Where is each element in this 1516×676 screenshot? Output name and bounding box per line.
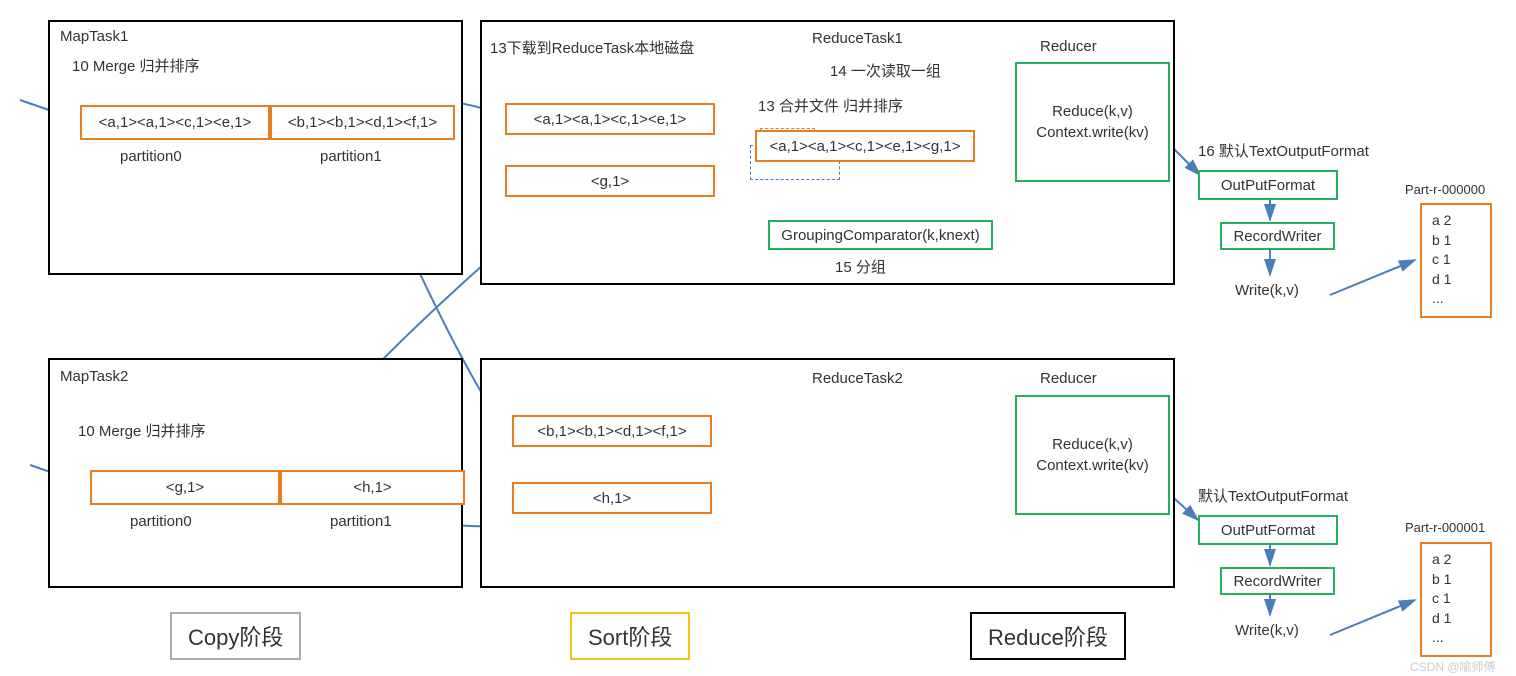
maptask2-p1-label: partition1 — [330, 513, 392, 530]
reducetask2-default-format-label: 默认TextOutputFormat — [1198, 485, 1348, 506]
reducetask2-copied2-text: <h,1> — [593, 490, 631, 507]
file2-l1: b 1 — [1432, 570, 1451, 590]
maptask2-p0-label: partition0 — [130, 513, 192, 530]
maptask1-p1-label: partition1 — [320, 148, 382, 165]
file1-l2: c 1 — [1432, 250, 1451, 270]
file2-l0: a 2 — [1432, 550, 1451, 570]
reducetask2-recordwriter: RecordWriter — [1220, 567, 1335, 595]
phase-sort: Sort阶段 — [570, 612, 690, 660]
reducetask1-outputformat: OutPutFormat — [1198, 170, 1338, 200]
maptask2-p1-text: <h,1> — [353, 479, 391, 496]
maptask2-p0: <g,1> — [90, 470, 280, 505]
maptask1-p1: <b,1><b,1><d,1><f,1> — [270, 105, 455, 140]
maptask1-p0-text: <a,1><a,1><c,1><e,1> — [99, 114, 252, 131]
file2-l3: d 1 — [1432, 609, 1451, 629]
reducetask1-merged-text: <a,1><a,1><c,1><e,1><g,1> — [769, 138, 960, 155]
maptask2-title: MapTask2 — [60, 368, 128, 385]
maptask1-p0: <a,1><a,1><c,1><e,1> — [80, 105, 270, 140]
reducetask1-copied1-text: <a,1><a,1><c,1><e,1> — [534, 111, 687, 128]
maptask1-p1-text: <b,1><b,1><d,1><f,1> — [288, 114, 437, 131]
reducetask1-read-label: 14 一次读取一组 — [830, 60, 941, 81]
reducetask2-outputformat-text: OutPutFormat — [1221, 522, 1315, 539]
reducetask1-mergesort-label: 13 合并文件 归并排序 — [758, 95, 903, 116]
file1-l1: b 1 — [1432, 231, 1451, 251]
phase-sort-text: Sort阶段 — [588, 625, 672, 650]
reducetask2-copied1-text: <b,1><b,1><d,1><f,1> — [537, 423, 686, 440]
reducetask1-reducer-title: Reducer — [1040, 38, 1097, 55]
file2-l2: c 1 — [1432, 589, 1451, 609]
reducetask1-reducer-box: Reduce(k,v) Context.write(kv) — [1015, 62, 1170, 182]
reducetask1-copied2-text: <g,1> — [591, 173, 629, 190]
reducetask1-download-label: 13下载到ReduceTask本地磁盘 — [490, 37, 694, 58]
maptask1-title: MapTask1 — [60, 28, 128, 45]
reducetask2-copied2: <h,1> — [512, 482, 712, 514]
reducetask1-group-label: 15 分组 — [835, 256, 886, 277]
reducetask1-recordwriter-text: RecordWriter — [1233, 228, 1321, 245]
maptask2-merge-label: 10 Merge 归并排序 — [78, 420, 206, 441]
watermark: CSDN @喻师傅 — [1410, 658, 1496, 675]
reducetask2-recordwriter-text: RecordWriter — [1233, 573, 1321, 590]
reducetask1-reduce-line1: Reduce(k,v) — [1052, 101, 1133, 122]
reducetask1-grouping: GroupingComparator(k,knext) — [768, 220, 993, 250]
reducetask1-title: ReduceTask1 — [812, 30, 903, 47]
reducetask1-partfile-box: a 2 b 1 c 1 d 1 ... — [1420, 203, 1492, 318]
maptask2-p1: <h,1> — [280, 470, 465, 505]
reducetask1-partfile-label: Part-r-000000 — [1405, 182, 1485, 197]
reducetask2-reducer-box: Reduce(k,v) Context.write(kv) — [1015, 395, 1170, 515]
reducetask2-title: ReduceTask2 — [812, 370, 903, 387]
maptask2-p0-text: <g,1> — [166, 479, 204, 496]
reducetask2-partfile-label: Part-r-000001 — [1405, 520, 1485, 535]
maptask1-merge-label: 10 Merge 归并排序 — [72, 55, 200, 76]
reducetask2-write-label: Write(k,v) — [1235, 622, 1299, 639]
phase-copy-text: Copy阶段 — [188, 625, 283, 650]
phase-copy: Copy阶段 — [170, 612, 301, 660]
reducetask1-write-label: Write(k,v) — [1235, 282, 1299, 299]
reducetask1-outputformat-text: OutPutFormat — [1221, 177, 1315, 194]
file1-l0: a 2 — [1432, 211, 1451, 231]
reducetask2-partfile-box: a 2 b 1 c 1 d 1 ... — [1420, 542, 1492, 657]
file2-l4: ... — [1432, 628, 1444, 648]
maptask1-p0-label: partition0 — [120, 148, 182, 165]
reducetask2-reduce-line1: Reduce(k,v) — [1052, 434, 1133, 455]
reducetask2-reduce-line2: Context.write(kv) — [1036, 455, 1149, 476]
reducetask1-recordwriter: RecordWriter — [1220, 222, 1335, 250]
reducetask1-reduce-line2: Context.write(kv) — [1036, 122, 1149, 143]
phase-reduce-text: Reduce阶段 — [988, 625, 1108, 650]
reducetask1-default-format-label: 16 默认TextOutputFormat — [1198, 140, 1369, 161]
reducetask2-outputformat: OutPutFormat — [1198, 515, 1338, 545]
phase-reduce: Reduce阶段 — [970, 612, 1126, 660]
reducetask1-merged: <a,1><a,1><c,1><e,1><g,1> — [755, 130, 975, 162]
reducetask2-copied1: <b,1><b,1><d,1><f,1> — [512, 415, 712, 447]
file1-l4: ... — [1432, 289, 1444, 309]
reducetask1-grouping-text: GroupingComparator(k,knext) — [781, 227, 979, 244]
reducetask1-copied2: <g,1> — [505, 165, 715, 197]
file1-l3: d 1 — [1432, 270, 1451, 290]
reducetask2-reducer-title: Reducer — [1040, 370, 1097, 387]
reducetask1-copied1: <a,1><a,1><c,1><e,1> — [505, 103, 715, 135]
